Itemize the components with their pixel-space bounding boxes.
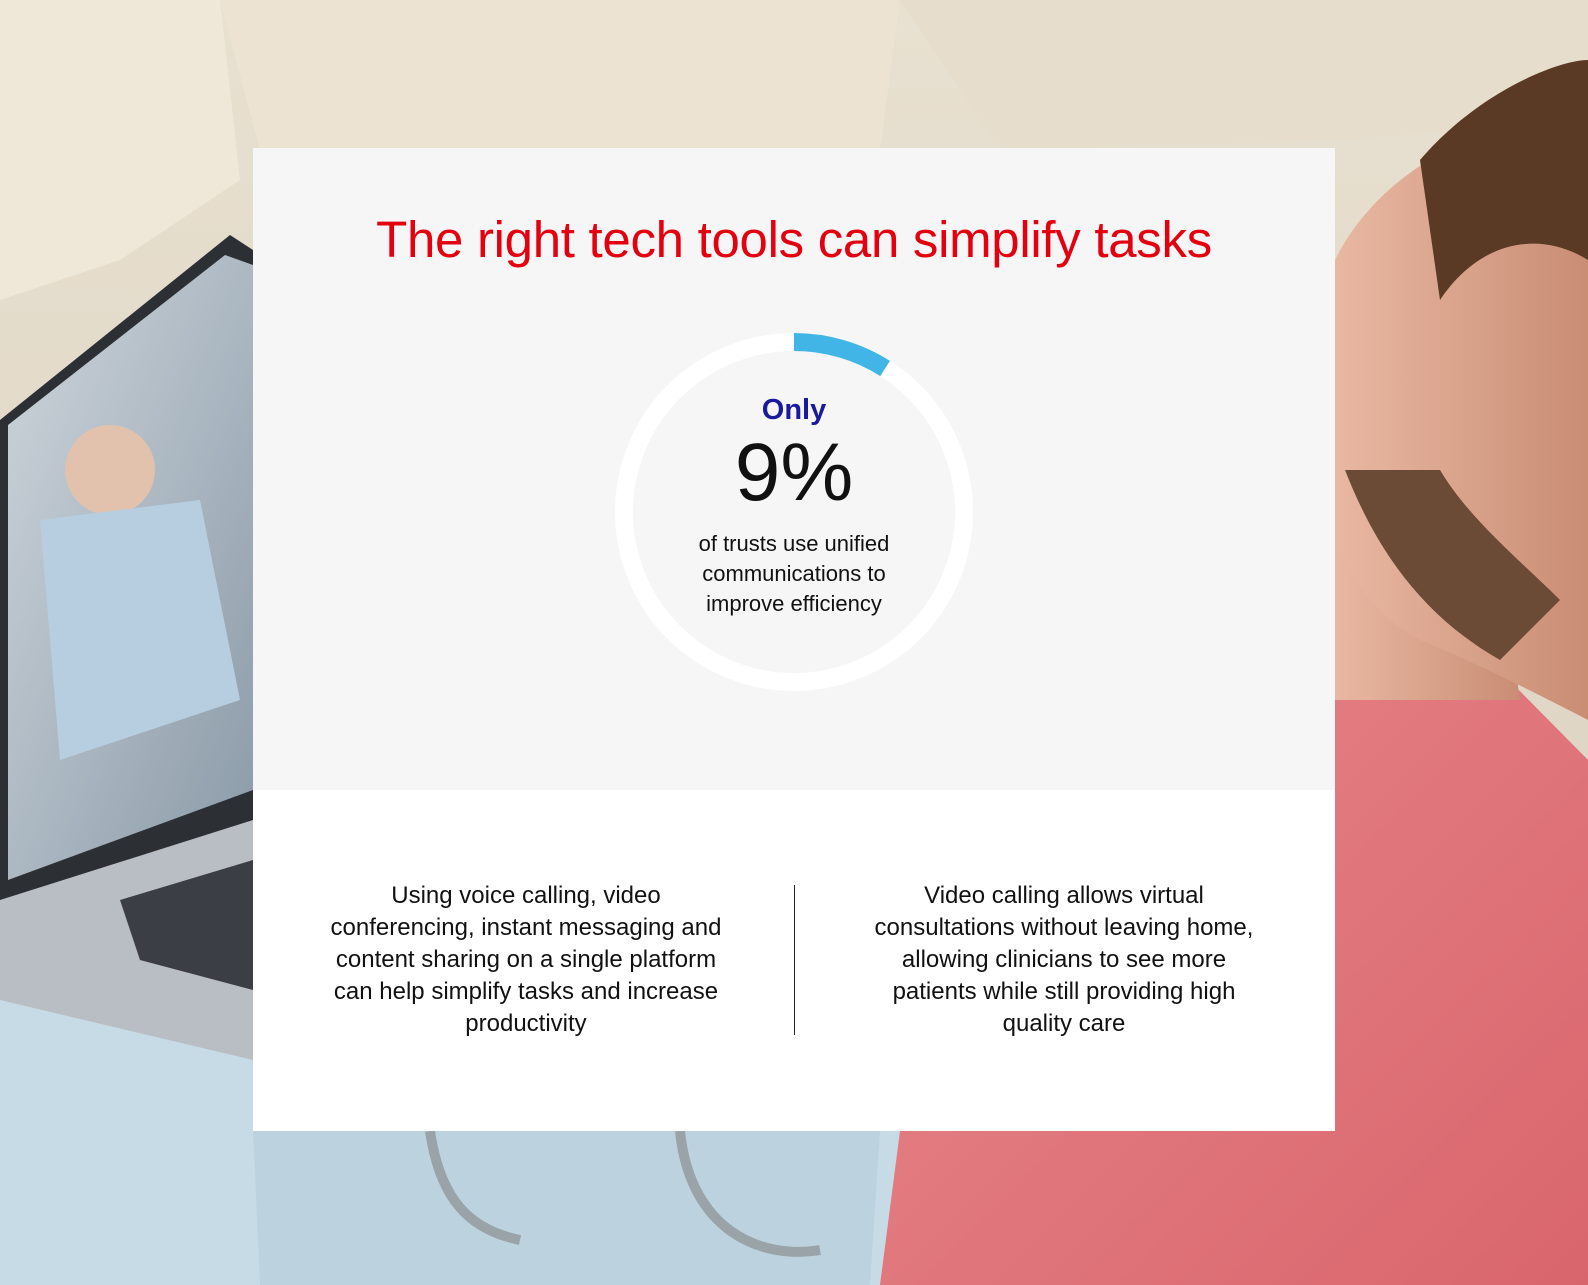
stat-value: 9% (734, 427, 854, 518)
info-card: The right tech tools can simplify tasks … (253, 148, 1335, 1131)
stat-block: Only 9% of trusts use unified communicat… (614, 332, 974, 692)
left-column-text: Using voice calling, video conferencing,… (330, 882, 722, 1037)
stat-caption: of trusts use unified communications to … (698, 531, 890, 616)
right-column-text: Video calling allows virtual consultatio… (874, 882, 1254, 1037)
stat-prefix: Only (761, 394, 827, 426)
page-title: The right tech tools can simplify tasks (376, 211, 1212, 268)
column-divider (794, 885, 795, 1035)
